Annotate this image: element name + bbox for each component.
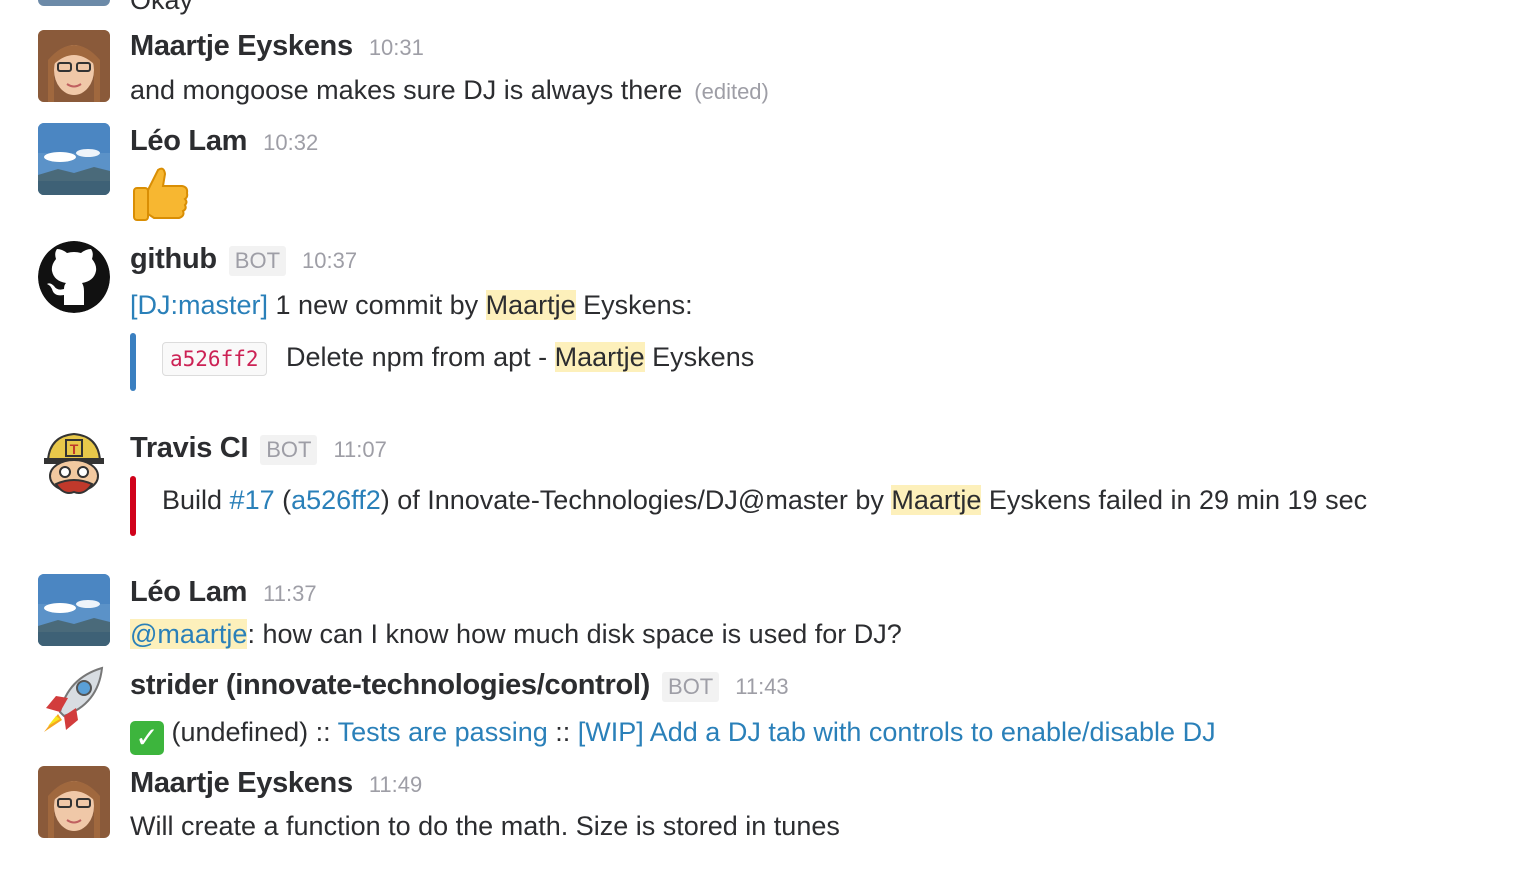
highlight-keyword: Maartje <box>554 342 645 372</box>
message-text: and mongoose makes sure DJ is always the… <box>130 72 769 110</box>
timestamp[interactable]: 11:07 <box>333 437 386 463</box>
avatar[interactable] <box>38 766 110 838</box>
sender-name[interactable]: github <box>130 243 217 276</box>
commit-hash-link[interactable]: a526ff2 <box>162 342 267 376</box>
message-body: and mongoose makes sure DJ is always the… <box>130 75 683 105</box>
avatar[interactable] <box>38 30 110 102</box>
message-body: Eyskens failed in 29 min 19 sec <box>981 485 1368 515</box>
commit-message: Delete npm from apt - <box>286 342 555 372</box>
thumbs-up-icon <box>130 164 192 231</box>
check-mark-icon: ✓ <box>130 721 164 755</box>
svg-text:T: T <box>70 441 79 457</box>
message-body: Build <box>162 485 230 515</box>
pull-request-link[interactable]: [WIP] Add a DJ tab with controls to enab… <box>578 717 1216 747</box>
bot-badge: BOT <box>228 246 287 276</box>
sender-name[interactable]: Léo Lam <box>130 576 247 609</box>
highlight-keyword: Maartje <box>485 290 576 320</box>
commit-author: Eyskens <box>644 342 755 372</box>
message-body: ) of Innovate-Technologies/DJ@master by <box>380 485 892 515</box>
commit-hash-link[interactable]: a526ff2 <box>291 485 381 515</box>
rocket-icon[interactable] <box>38 664 110 736</box>
message-body: (undefined) :: <box>164 717 338 747</box>
avatar[interactable] <box>38 0 110 6</box>
message-text: @maartje: how can I know how much disk s… <box>130 616 902 652</box>
message-body: 1 new commit by <box>268 290 486 320</box>
github-icon[interactable] <box>38 241 110 313</box>
avatar[interactable] <box>38 574 110 646</box>
sender-name[interactable]: Léo Lam <box>130 125 247 158</box>
timestamp[interactable]: 11:49 <box>369 772 422 798</box>
sender-name[interactable]: Maartje Eyskens <box>130 30 353 63</box>
edited-label: (edited) <box>694 79 769 104</box>
travis-ci-icon[interactable]: T <box>38 430 110 502</box>
message-body: Eyskens: <box>575 290 693 320</box>
timestamp[interactable]: 10:37 <box>302 248 357 274</box>
message-body: : how can I know how much disk space is … <box>247 619 902 649</box>
repo-branch-link[interactable]: [DJ:master] <box>130 290 268 320</box>
message-body: ( <box>274 485 292 515</box>
avatar[interactable] <box>38 123 110 195</box>
message-text: [DJ:master] 1 new commit by Maartje Eysk… <box>130 287 693 323</box>
tests-link[interactable]: Tests are passing <box>338 717 548 747</box>
attachment-bar <box>130 476 136 536</box>
bot-badge: BOT <box>260 435 318 465</box>
timestamp[interactable]: 11:37 <box>263 581 316 607</box>
build-number-link[interactable]: #17 <box>230 485 275 515</box>
attachment-bar <box>130 333 136 391</box>
timestamp[interactable]: 10:32 <box>263 130 318 156</box>
message-text: Okay <box>130 0 194 15</box>
timestamp[interactable]: 11:43 <box>735 674 788 700</box>
highlight-keyword: Maartje <box>891 485 982 515</box>
message-text: Will create a function to do the math. S… <box>130 811 840 841</box>
message-text: ✓ (undefined) :: Tests are passing :: [W… <box>130 714 1216 755</box>
message-body: :: <box>547 717 578 747</box>
user-mention-link[interactable]: @maartje <box>130 619 248 649</box>
sender-name[interactable]: Travis CI <box>130 432 249 465</box>
timestamp[interactable]: 10:31 <box>369 35 424 61</box>
sender-name[interactable]: Maartje Eyskens <box>130 767 353 800</box>
bot-badge: BOT <box>662 672 720 702</box>
sender-name[interactable]: strider (innovate-technologies/control) <box>130 669 650 702</box>
